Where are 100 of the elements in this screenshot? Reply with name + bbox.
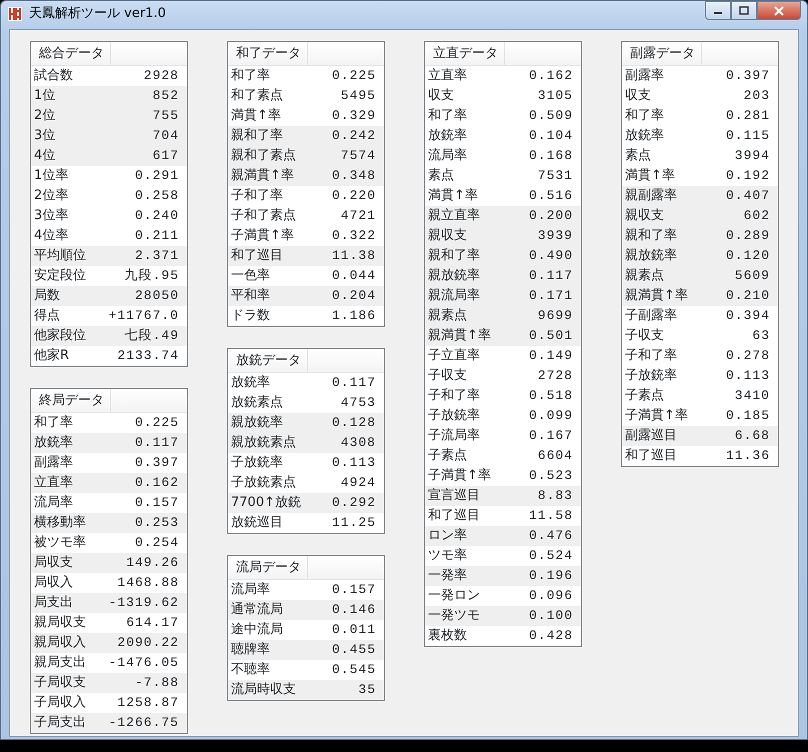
stat-value: -1476.05 xyxy=(108,654,179,672)
stat-label: ロン率 xyxy=(428,527,467,545)
stat-label: 一発ツモ xyxy=(428,607,480,625)
stat-value: 852 xyxy=(152,87,179,105)
stat-label: 4位率 xyxy=(34,227,68,245)
stat-label: 子和了率 xyxy=(428,387,480,405)
stat-label: 裏枚数 xyxy=(428,627,467,645)
stat-label: 横移動率 xyxy=(34,514,86,532)
stat-value: 7574 xyxy=(340,147,376,165)
app-icon xyxy=(7,6,23,22)
stat-label: 一発率 xyxy=(428,567,467,585)
stat-value: 4721 xyxy=(340,207,376,225)
stat-label: 親放銃率 xyxy=(625,247,677,265)
stat-label: 素点 xyxy=(428,167,454,185)
stat-value: 1468.88 xyxy=(117,574,179,592)
stat-value: 0.397 xyxy=(134,454,179,472)
stat-value: 614.17 xyxy=(126,614,179,632)
stat-value: 11.58 xyxy=(528,507,573,525)
stat-value: 0.211 xyxy=(134,227,179,245)
stat-value: 704 xyxy=(152,127,179,145)
stat-label: 局収支 xyxy=(34,554,73,572)
stat-value: 0.281 xyxy=(726,107,770,125)
close-button[interactable] xyxy=(757,1,801,20)
stat-value: 4753 xyxy=(340,394,376,412)
stat-value: 0.115 xyxy=(726,127,770,145)
stat-label: 流局時収支 xyxy=(231,681,296,699)
minimize-button[interactable] xyxy=(705,1,731,20)
stat-label: 聴牌率 xyxy=(231,641,270,659)
stat-value: 0.167 xyxy=(528,427,573,445)
stat-label: 立直率 xyxy=(34,474,73,492)
stat-value: 0.348 xyxy=(332,167,376,185)
stat-label: 親局収入 xyxy=(34,634,86,652)
stat-value: 0.428 xyxy=(528,627,573,645)
stat-label: 副露率 xyxy=(625,67,664,85)
stat-value: 0.253 xyxy=(134,514,179,532)
stat-value: 0.407 xyxy=(726,187,770,205)
stat-value: 0.545 xyxy=(332,661,376,679)
stat-value: 2133.74 xyxy=(117,347,179,365)
stat-value: 3105 xyxy=(538,87,573,105)
stat-label: 親満貫↑率 xyxy=(231,167,294,185)
stat-value: 4308 xyxy=(340,434,376,452)
stat-value: 0.394 xyxy=(726,307,770,325)
stat-label: 3位 xyxy=(34,127,56,145)
stat-value: 0.168 xyxy=(528,147,573,165)
stat-label: 平和率 xyxy=(231,287,270,305)
stat-value: 0.509 xyxy=(528,107,573,125)
stat-value: 0.501 xyxy=(528,327,573,345)
stat-label: 一発ロン xyxy=(428,587,480,605)
stat-label: 和了率 xyxy=(231,67,270,85)
stat-value: 0.162 xyxy=(134,474,179,492)
stat-label: 副露率 xyxy=(34,454,73,472)
stat-label: 試合数 xyxy=(34,67,73,85)
stat-label: 収支 xyxy=(625,87,651,105)
stat-label: 子副露率 xyxy=(625,307,677,325)
stat-label: 親局支出 xyxy=(34,654,86,672)
stat-label: 放銃率 xyxy=(231,374,270,392)
stat-value: 0.225 xyxy=(332,67,376,85)
stat-value: 0.240 xyxy=(134,207,179,225)
stat-label: 収支 xyxy=(428,87,454,105)
stat-value: 2728 xyxy=(538,367,573,385)
stat-value: 0.292 xyxy=(332,494,376,512)
stat-label: 親放銃素点 xyxy=(231,434,296,452)
stat-value: 0.117 xyxy=(528,267,573,285)
stat-value: 0.192 xyxy=(726,167,770,185)
stat-label: 親副露率 xyxy=(625,187,677,205)
stat-value: 149.26 xyxy=(126,554,179,572)
stat-label: 局収入 xyxy=(34,574,73,592)
stat-value: 0.185 xyxy=(726,407,770,425)
stat-label: 親流局率 xyxy=(428,287,480,305)
stat-label: 子立直率 xyxy=(428,347,480,365)
maximize-button[interactable] xyxy=(731,1,757,20)
stat-label: 親和了素点 xyxy=(231,147,296,165)
stat-value: 9699 xyxy=(538,307,573,325)
stat-label: 被ツモ率 xyxy=(34,534,86,552)
stat-label: 親局収支 xyxy=(34,614,86,632)
stat-label: 子和了素点 xyxy=(231,207,296,225)
stat-value: -1319.62 xyxy=(108,594,179,612)
stat-value: 6.68 xyxy=(734,427,770,445)
stat-value: 0.120 xyxy=(726,247,770,265)
stat-label: 満貫↑率 xyxy=(625,167,675,185)
stat-value: 1.186 xyxy=(332,307,376,325)
stat-value: 617 xyxy=(152,147,179,165)
stat-value: 1258.87 xyxy=(117,694,179,712)
stat-label: 放銃率 xyxy=(34,434,73,452)
stat-value: 0.289 xyxy=(726,227,770,245)
stat-value: 七段.49 xyxy=(124,327,179,345)
stat-value: 4924 xyxy=(340,474,376,492)
stat-label: 流局率 xyxy=(231,581,270,599)
stat-label: 流局率 xyxy=(428,147,467,165)
stat-value: 0.291 xyxy=(134,167,179,185)
stat-label: ツモ率 xyxy=(428,547,467,565)
stat-label: 子収支 xyxy=(428,367,467,385)
stat-value: 7531 xyxy=(538,167,573,185)
stat-value: 0.225 xyxy=(134,414,179,432)
stat-value: 0.117 xyxy=(332,374,376,392)
stat-label: 局支出 xyxy=(34,594,73,612)
stat-label: 和了素点 xyxy=(231,87,283,105)
stat-value: 11.38 xyxy=(332,247,376,265)
stat-value: 0.100 xyxy=(528,607,573,625)
stat-label: 親立直率 xyxy=(428,207,480,225)
